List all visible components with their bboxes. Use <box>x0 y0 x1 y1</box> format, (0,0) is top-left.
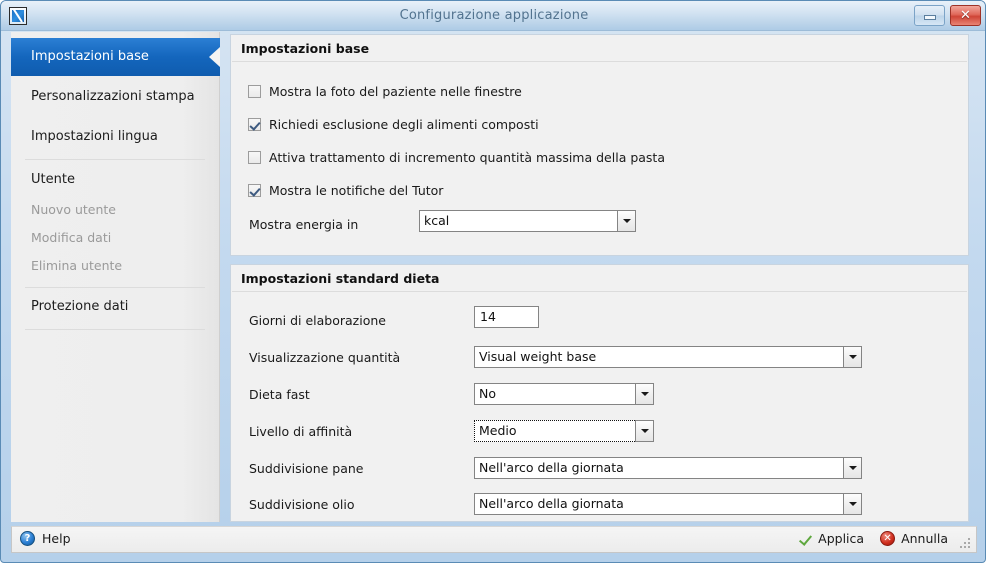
chevron-down-icon[interactable] <box>843 346 862 368</box>
checkbox-row-esclusione-alimenti[interactable]: Richiedi esclusione degli alimenti compo… <box>248 117 539 132</box>
checkbox-label: Richiedi esclusione degli alimenti compo… <box>269 117 539 132</box>
input-giorni-elaborazione[interactable]: 14 <box>474 306 539 328</box>
sidebar-item-label: Nuovo utente <box>31 202 116 217</box>
sidebar-item-utente[interactable]: Utente <box>11 161 220 199</box>
checkbox-notifiche-tutor[interactable] <box>248 184 261 197</box>
resize-grip[interactable] <box>959 537 971 549</box>
base-settings-panel: Impostazioni base Mostra la foto del paz… <box>230 34 969 256</box>
chevron-down-icon[interactable] <box>635 420 654 442</box>
chevron-down-icon[interactable] <box>617 210 636 232</box>
combo-value: Medio <box>474 420 635 442</box>
diet-settings-title: Impostazioni standard dieta <box>241 271 440 286</box>
label-visualizzazione-quantita: Visualizzazione quantità <box>249 350 401 365</box>
base-settings-title: Impostazioni base <box>241 41 370 56</box>
sidebar-item-modifica-dati: Modifica dati <box>11 224 220 252</box>
label-dieta-fast: Dieta fast <box>249 387 310 402</box>
check-icon <box>798 532 812 546</box>
minimize-button[interactable] <box>914 5 945 26</box>
sidebar-divider <box>25 329 205 330</box>
checkbox-row-notifiche-tutor[interactable]: Mostra le notifiche del Tutor <box>248 183 443 198</box>
selection-notch-icon <box>209 47 220 67</box>
help-label: Help <box>42 531 71 546</box>
close-button[interactable]: ✕ <box>950 5 981 26</box>
status-bar: ? Help Applica ✕ Annulla <box>11 526 977 553</box>
apply-button[interactable]: Applica <box>798 531 864 546</box>
combo-visualizzazione-quantita[interactable]: Visual weight base <box>474 346 862 368</box>
checkbox-row-foto-paziente[interactable]: Mostra la foto del paziente nelle finest… <box>248 84 522 99</box>
label-mostra-energia: Mostra energia in <box>249 217 359 232</box>
sidebar-item-impostazioni-lingua[interactable]: Impostazioni lingua <box>11 118 220 156</box>
label-livello-affinita: Livello di affinità <box>249 424 353 439</box>
checkbox-label: Mostra le notifiche del Tutor <box>269 183 444 198</box>
sidebar-item-personalizzazioni-stampa[interactable]: Personalizzazioni stampa <box>11 78 220 116</box>
checkbox-label: Mostra la foto del paziente nelle finest… <box>269 84 522 99</box>
sidebar-item-label: Personalizzazioni stampa <box>31 89 195 104</box>
apply-label: Applica <box>818 531 865 546</box>
window-title: Configurazione applicazione <box>399 8 589 23</box>
sidebar-divider <box>25 159 205 160</box>
combo-dieta-fast[interactable]: No <box>474 383 654 405</box>
sidebar-item-label: Modifica dati <box>31 230 112 245</box>
combo-livello-affinita[interactable]: Medio <box>474 420 654 442</box>
help-icon: ? <box>20 531 35 546</box>
sidebar-item-elimina-utente: Elimina utente <box>11 252 220 280</box>
checkbox-incremento-pasta[interactable] <box>248 151 261 164</box>
sidebar-item-label: Impostazioni lingua <box>31 129 158 144</box>
sidebar-item-nuovo-utente: Nuovo utente <box>11 196 220 224</box>
cancel-icon: ✕ <box>880 531 896 546</box>
diet-settings-panel: Impostazioni standard dieta Giorni di el… <box>230 264 969 522</box>
status-bar-actions: Applica ✕ Annulla <box>798 531 948 546</box>
combo-value: Visual weight base <box>474 346 843 368</box>
cancel-button[interactable]: ✕ Annulla <box>880 531 948 546</box>
sidebar-item-protezione-dati[interactable]: Protezione dati <box>11 288 220 326</box>
checkbox-foto-paziente[interactable] <box>248 85 261 98</box>
label-giorni-elaborazione: Giorni di elaborazione <box>249 313 386 328</box>
close-icon: ✕ <box>960 8 971 23</box>
label-suddivisione-pane: Suddivisione pane <box>249 461 364 476</box>
sidebar-item-label: Elimina utente <box>31 258 123 273</box>
checkbox-label: Attiva trattamento di incremento quantit… <box>269 150 665 165</box>
checkbox-esclusione-alimenti[interactable] <box>248 118 261 131</box>
window-controls: ✕ <box>914 5 981 26</box>
sidebar-item-label: Impostazioni base <box>31 49 149 64</box>
chevron-down-icon[interactable] <box>843 493 862 515</box>
panel-divider <box>232 61 967 62</box>
sidebar-item-label: Protezione dati <box>31 299 129 314</box>
combo-value: Nell'arco della giornata <box>474 493 843 515</box>
checkbox-row-incremento-pasta[interactable]: Attiva trattamento di incremento quantit… <box>248 150 665 165</box>
combo-value: No <box>474 383 635 405</box>
combo-mostra-energia[interactable]: kcal <box>419 210 636 232</box>
combo-value: kcal <box>419 210 617 232</box>
cancel-label: Annulla <box>901 531 948 546</box>
label-suddivisione-olio: Suddivisione olio <box>249 497 355 512</box>
sidebar-item-impostazioni-base[interactable]: Impostazioni base <box>11 38 220 76</box>
application-window: Configurazione applicazione ✕ Impostazio… <box>0 0 986 563</box>
combo-value: Nell'arco della giornata <box>474 457 843 479</box>
sidebar: Impostazioni base Personalizzazioni stam… <box>11 32 220 522</box>
combo-suddivisione-olio[interactable]: Nell'arco della giornata <box>474 493 862 515</box>
combo-suddivisione-pane[interactable]: Nell'arco della giornata <box>474 457 862 479</box>
panel-divider <box>232 291 967 292</box>
sidebar-item-label: Utente <box>31 172 75 187</box>
help-button[interactable]: ? Help <box>20 531 71 546</box>
chevron-down-icon[interactable] <box>843 457 862 479</box>
title-bar: Configurazione applicazione ✕ <box>1 1 985 31</box>
chevron-down-icon[interactable] <box>635 383 654 405</box>
